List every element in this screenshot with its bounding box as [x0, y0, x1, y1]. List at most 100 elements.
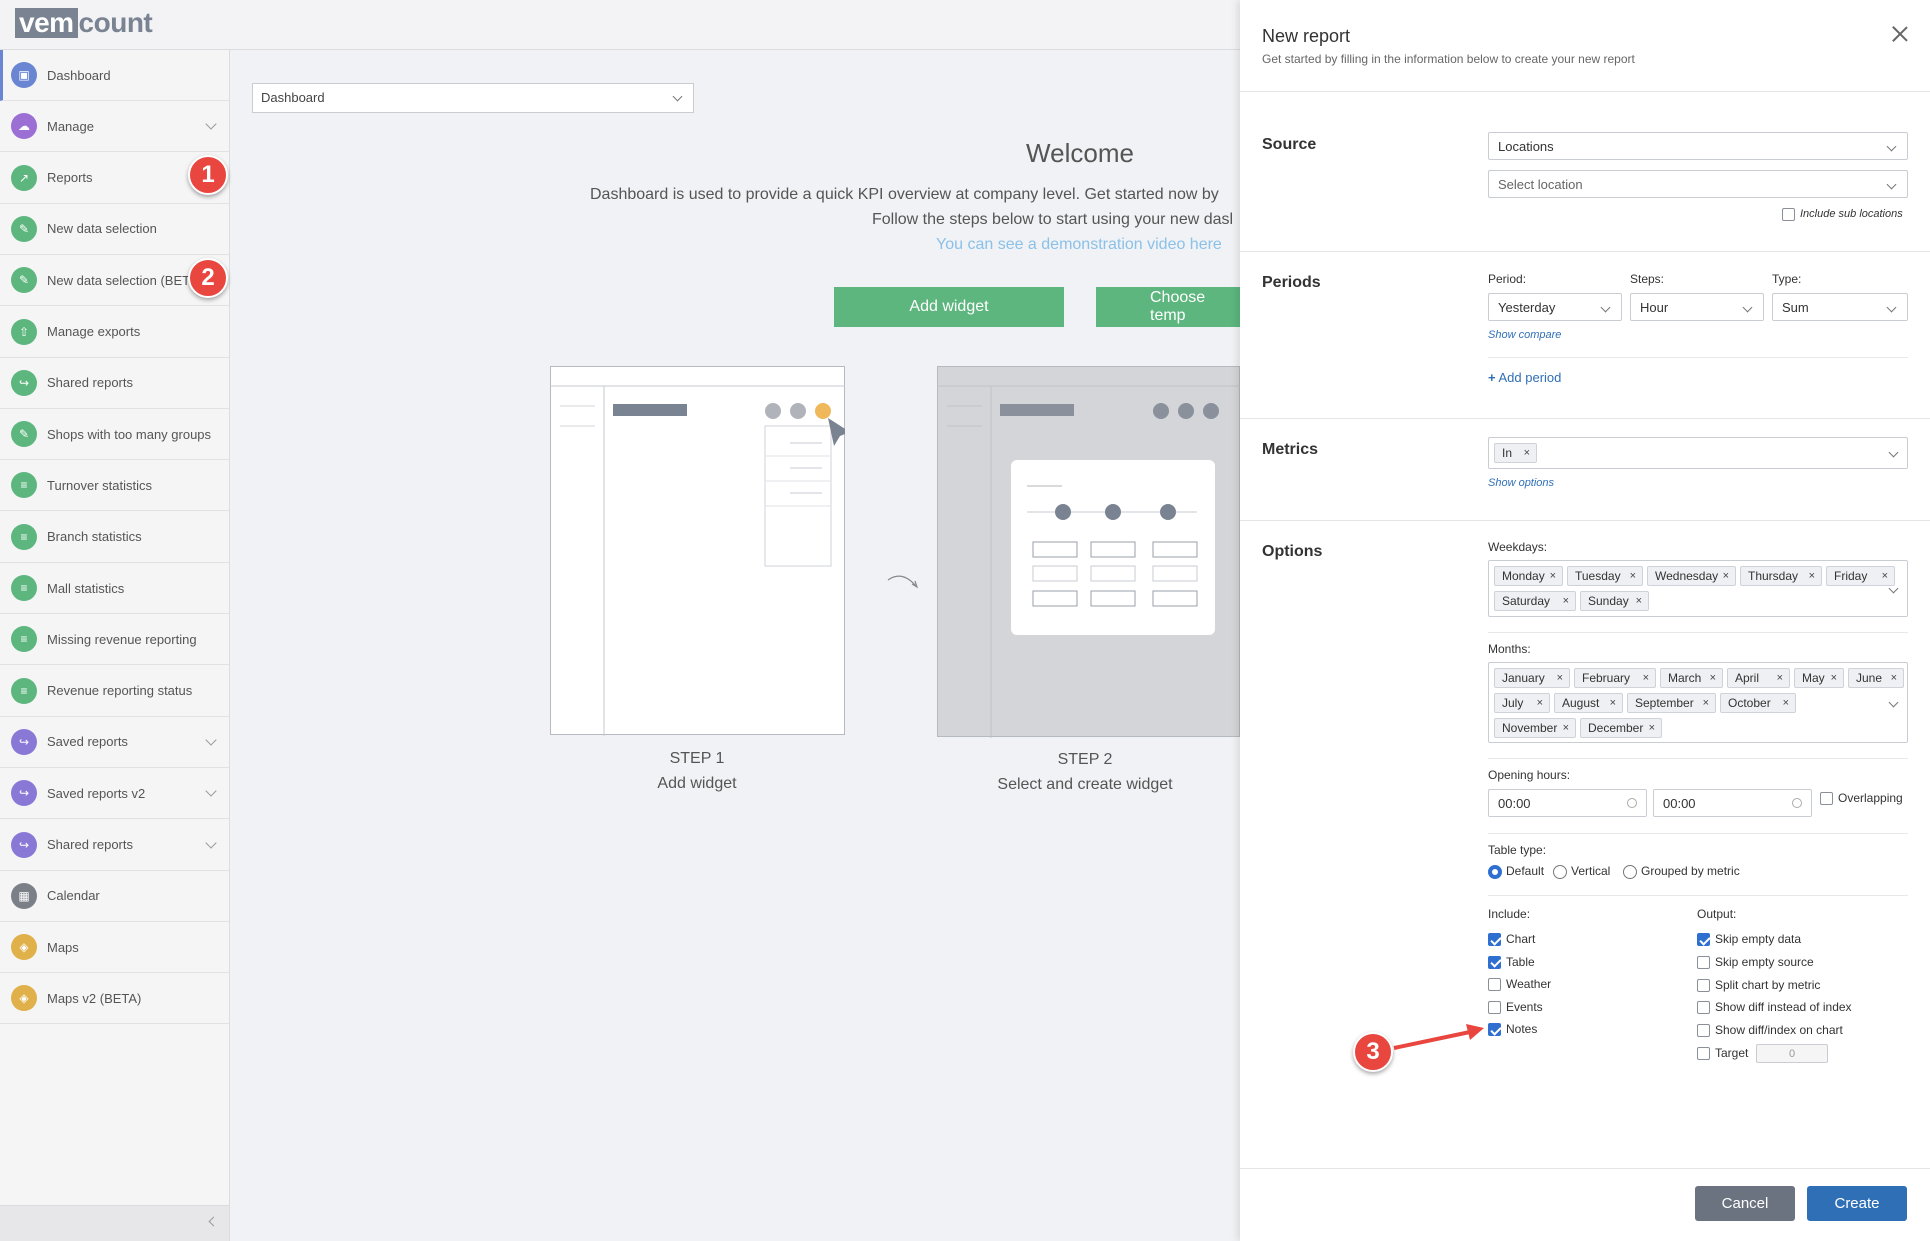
sidebar-item[interactable]: ↪ Shared reports	[0, 358, 229, 409]
edit-icon: ✎	[11, 215, 37, 242]
remove-tag-icon[interactable]: ×	[1703, 694, 1709, 712]
opening-hours-label: Opening hours:	[1488, 768, 1571, 782]
type-select[interactable]: Sum	[1772, 293, 1908, 321]
table-type-radio[interactable]	[1488, 865, 1502, 879]
months-select[interactable]: January × February × March × April × May × June × Ju…	[1488, 662, 1908, 743]
close-icon[interactable]	[1890, 24, 1910, 44]
sidebar-item[interactable]: ☁ Manage	[0, 101, 229, 153]
sidebar-item-label: Calendar	[47, 888, 100, 904]
tag: January ×	[1494, 668, 1570, 688]
weekdays-select[interactable]: Monday × Tuesday × Wednesday × Thursday × Friday…	[1488, 560, 1908, 617]
tag: Thursday ×	[1740, 566, 1822, 586]
sidebar-item[interactable]: ≡ Mall statistics	[0, 563, 229, 614]
remove-tag-icon[interactable]: ×	[1550, 567, 1556, 585]
tag-label: October	[1728, 696, 1771, 710]
metrics-select[interactable]: In ×	[1488, 437, 1908, 469]
sidebar-item-label: Missing revenue reporting	[47, 631, 197, 647]
remove-tag-icon[interactable]: ×	[1809, 567, 1815, 585]
remove-tag-icon[interactable]: ×	[1610, 694, 1616, 712]
chevron-down-icon[interactable]	[205, 734, 217, 746]
remove-tag-icon[interactable]: ×	[1563, 592, 1569, 610]
sidebar-item[interactable]: ↪ Shared reports	[0, 820, 229, 871]
tag: February ×	[1574, 668, 1656, 688]
chevron-down-icon[interactable]	[205, 118, 217, 130]
remove-tag-icon[interactable]: ×	[1630, 567, 1636, 585]
remove-tag-icon[interactable]: ×	[1563, 719, 1569, 737]
sidebar-item[interactable]: ◈ Maps	[0, 922, 229, 974]
source-select[interactable]: Locations	[1488, 132, 1908, 160]
checkbox[interactable]	[1697, 1001, 1710, 1015]
dashboard-select[interactable]: Dashboard	[252, 83, 694, 113]
tag: August ×	[1554, 693, 1623, 713]
demo-video-link[interactable]: You can see a demonstration video here	[936, 236, 1222, 254]
checkbox[interactable]	[1697, 978, 1710, 992]
sidebar-item[interactable]: ↪ Saved reports	[0, 717, 229, 768]
sidebar-item[interactable]: ✎ Shops with too many groups	[0, 409, 229, 461]
location-select[interactable]: Select location	[1488, 170, 1908, 198]
target-input[interactable]: 0	[1756, 1044, 1828, 1063]
table-type-radio[interactable]	[1553, 865, 1567, 879]
opening-from-input[interactable]: 00:00	[1488, 789, 1647, 817]
remove-tag-icon[interactable]: ×	[1710, 669, 1716, 687]
sidebar-item[interactable]: ≡ Turnover statistics	[0, 460, 229, 512]
source-select-value: Locations	[1498, 138, 1554, 154]
show-options-link[interactable]: Show options	[1488, 477, 1554, 489]
add-widget-button[interactable]: Add widget	[834, 287, 1064, 327]
chevron-left-icon	[208, 1216, 219, 1227]
remove-tag-icon[interactable]: ×	[1537, 694, 1543, 712]
chevron-down-icon[interactable]	[205, 836, 217, 849]
remove-tag-icon[interactable]: ×	[1524, 444, 1530, 462]
checkbox-label: Show diff instead of index	[1715, 1000, 1852, 1015]
sidebar-item[interactable]: ≡ Branch statistics	[0, 512, 229, 563]
sidebar-collapse-button[interactable]	[0, 1205, 229, 1241]
remove-tag-icon[interactable]: ×	[1723, 567, 1729, 585]
checkbox[interactable]	[1697, 955, 1710, 969]
sidebar-item[interactable]: ▦ Calendar	[0, 871, 229, 922]
choose-template-button[interactable]: Choose temp	[1096, 287, 1240, 327]
logo[interactable]: vem count	[15, 8, 153, 38]
steps-select-value: Hour	[1640, 299, 1669, 315]
sidebar-item[interactable]: ▣ Dashboard	[0, 50, 229, 101]
steps-select[interactable]: Hour	[1630, 293, 1764, 321]
sidebar-item[interactable]: ≡ Revenue reporting status	[0, 666, 229, 717]
include-sub-locations-checkbox[interactable]	[1782, 208, 1795, 221]
checkbox[interactable]	[1488, 1000, 1501, 1014]
edit-icon: ✎	[11, 421, 37, 448]
annotation-badge-3: 3	[1353, 1032, 1393, 1072]
remove-tag-icon[interactable]: ×	[1891, 669, 1897, 687]
table-type-radio[interactable]	[1623, 865, 1637, 879]
remove-tag-icon[interactable]: ×	[1777, 669, 1783, 687]
remove-tag-icon[interactable]: ×	[1783, 694, 1789, 712]
checkbox[interactable]	[1697, 1024, 1710, 1038]
chevron-down-icon[interactable]	[205, 785, 217, 797]
period-select[interactable]: Yesterday	[1488, 293, 1622, 321]
divider	[1240, 418, 1930, 419]
tag-label: September	[1635, 696, 1694, 710]
sidebar-item[interactable]: ↪ Saved reports v2	[0, 768, 229, 820]
add-period-link[interactable]: + Add period	[1488, 370, 1561, 385]
remove-tag-icon[interactable]: ×	[1557, 669, 1563, 687]
sidebar-item[interactable]: ≡ Missing revenue reporting	[0, 614, 229, 666]
checkbox[interactable]	[1488, 978, 1501, 992]
map-icon: ◈	[11, 934, 37, 961]
checkbox[interactable]	[1697, 1047, 1710, 1060]
table-type-label: Default	[1506, 864, 1545, 878]
sidebar-item[interactable]: ✎ New data selection	[0, 204, 229, 255]
checkbox[interactable]	[1488, 933, 1501, 946]
edit-icon: ✎	[11, 267, 37, 294]
cancel-button[interactable]: Cancel	[1695, 1186, 1795, 1221]
checkbox[interactable]	[1488, 955, 1501, 969]
remove-tag-icon[interactable]: ×	[1649, 719, 1655, 737]
show-compare-link[interactable]: Show compare	[1488, 329, 1561, 341]
sidebar-item[interactable]: ◈ Maps v2 (BETA)	[0, 973, 229, 1025]
tag: June ×	[1848, 668, 1904, 688]
checkbox[interactable]	[1697, 933, 1710, 946]
remove-tag-icon[interactable]: ×	[1636, 592, 1642, 610]
create-button[interactable]: Create	[1807, 1186, 1907, 1221]
overlapping-checkbox[interactable]	[1820, 792, 1833, 805]
sidebar-item[interactable]: ⇧ Manage exports	[0, 307, 229, 358]
remove-tag-icon[interactable]: ×	[1831, 669, 1837, 687]
opening-to-input[interactable]: 00:00	[1653, 789, 1812, 817]
remove-tag-icon[interactable]: ×	[1882, 567, 1888, 585]
remove-tag-icon[interactable]: ×	[1643, 669, 1649, 687]
